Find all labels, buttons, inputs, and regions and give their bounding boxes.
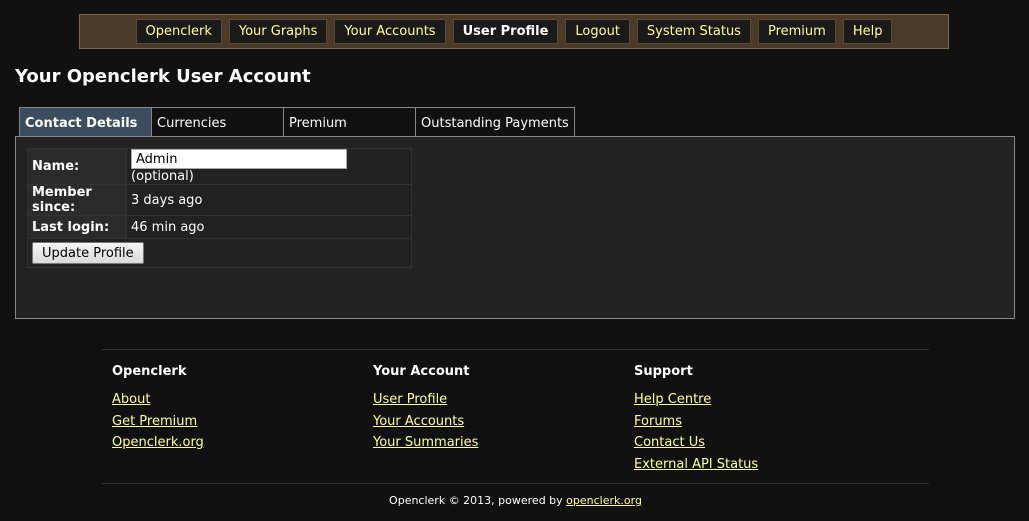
member-since-label: Member since: bbox=[27, 184, 127, 216]
footer-link-openclerk-org[interactable]: Openclerk.org bbox=[112, 432, 204, 454]
last-login-row: Last login: 46 min ago bbox=[27, 215, 412, 239]
footer-link-external-api-status[interactable]: External API Status bbox=[634, 454, 758, 476]
member-since-row: Member since: 3 days ago bbox=[27, 184, 412, 216]
member-since-value: 3 days ago bbox=[126, 184, 412, 216]
footer-link-user-profile[interactable]: User Profile bbox=[373, 389, 478, 411]
footer-heading-support: Support bbox=[634, 364, 693, 379]
footer-link-help-centre[interactable]: Help Centre bbox=[634, 389, 758, 411]
last-login-value: 46 min ago bbox=[126, 215, 412, 239]
footer-link-about[interactable]: About bbox=[112, 389, 204, 411]
name-input[interactable] bbox=[131, 149, 347, 169]
tab-currencies[interactable]: Currencies bbox=[151, 107, 284, 137]
powered-by-link[interactable]: openclerk.org bbox=[566, 494, 642, 507]
name-cell: (optional) bbox=[126, 148, 412, 185]
footer-heading-your-account: Your Account bbox=[373, 364, 470, 379]
top-nav: Openclerk Your Graphs Your Accounts User… bbox=[79, 14, 949, 49]
nav-premium[interactable]: Premium bbox=[757, 19, 836, 44]
nav-your-accounts[interactable]: Your Accounts bbox=[334, 19, 446, 44]
page-title: Your Openclerk User Account bbox=[15, 66, 311, 87]
name-row: Name: (optional) bbox=[27, 148, 412, 185]
nav-user-profile[interactable]: User Profile bbox=[452, 19, 559, 44]
footer-link-get-premium[interactable]: Get Premium bbox=[112, 411, 204, 433]
name-label: Name: bbox=[27, 148, 127, 185]
nav-your-graphs[interactable]: Your Graphs bbox=[228, 19, 328, 44]
nav-help[interactable]: Help bbox=[842, 19, 893, 44]
nav-logout[interactable]: Logout bbox=[565, 19, 630, 44]
name-optional-note: (optional) bbox=[131, 169, 194, 184]
footer-col-openclerk: Openclerk About Get Premium Openclerk.or… bbox=[112, 364, 204, 454]
update-profile-button[interactable]: Update Profile bbox=[32, 242, 144, 264]
footer-link-contact-us[interactable]: Contact Us bbox=[634, 432, 758, 454]
footer-link-your-accounts[interactable]: Your Accounts bbox=[373, 411, 478, 433]
nav-openclerk[interactable]: Openclerk bbox=[135, 19, 222, 44]
footer-col-your-account: Your Account User Profile Your Accounts … bbox=[373, 364, 478, 454]
footer: Openclerk About Get Premium Openclerk.or… bbox=[102, 349, 929, 472]
update-cell: Update Profile bbox=[27, 238, 412, 268]
footer-link-forums[interactable]: Forums bbox=[634, 411, 758, 433]
footer-heading-openclerk: Openclerk bbox=[112, 364, 187, 379]
contact-details-panel: Name: (optional) Member since: 3 days ag… bbox=[15, 136, 1015, 319]
copyright-text: Openclerk © 2013, powered by bbox=[389, 494, 563, 507]
tab-contact-details[interactable]: Contact Details bbox=[19, 107, 152, 137]
tab-outstanding-payments[interactable]: Outstanding Payments bbox=[415, 107, 575, 137]
profile-table: Name: (optional) Member since: 3 days ag… bbox=[27, 148, 412, 268]
last-login-label: Last login: bbox=[27, 215, 127, 239]
nav-system-status[interactable]: System Status bbox=[636, 19, 751, 44]
footer-link-your-summaries[interactable]: Your Summaries bbox=[373, 432, 478, 454]
update-row: Update Profile bbox=[27, 238, 412, 268]
tab-bar: Contact Details Currencies Premium Outst… bbox=[19, 107, 575, 137]
footer-copyright: Openclerk © 2013, powered by openclerk.o… bbox=[102, 483, 929, 507]
footer-col-support: Support Help Centre Forums Contact Us Ex… bbox=[634, 364, 758, 475]
tab-premium[interactable]: Premium bbox=[283, 107, 416, 137]
